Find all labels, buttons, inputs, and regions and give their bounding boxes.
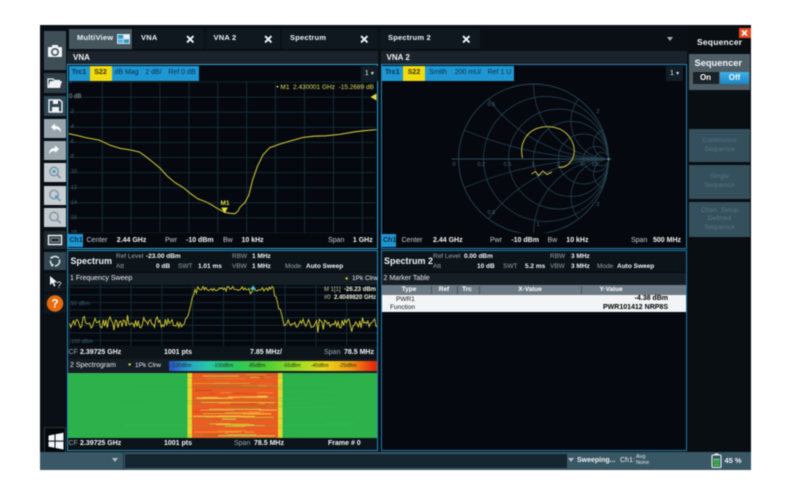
- svg-text:2: 2: [596, 202, 599, 208]
- svg-text:5: 5: [580, 162, 583, 168]
- svg-text:2: 2: [596, 109, 599, 115]
- svg-text:?: ?: [51, 298, 58, 310]
- svg-text:0.5: 0.5: [487, 102, 495, 108]
- svg-text:0.5: 0.5: [503, 162, 511, 168]
- svg-text:0.2: 0.2: [477, 162, 485, 168]
- svg-text:0.5: 0.5: [487, 210, 495, 216]
- svg-text:1: 1: [536, 222, 539, 228]
- svg-text:1: 1: [531, 162, 534, 168]
- svg-text:?: ?: [56, 280, 61, 290]
- svg-text:10: 10: [591, 162, 597, 168]
- svg-text:0: 0: [452, 162, 455, 168]
